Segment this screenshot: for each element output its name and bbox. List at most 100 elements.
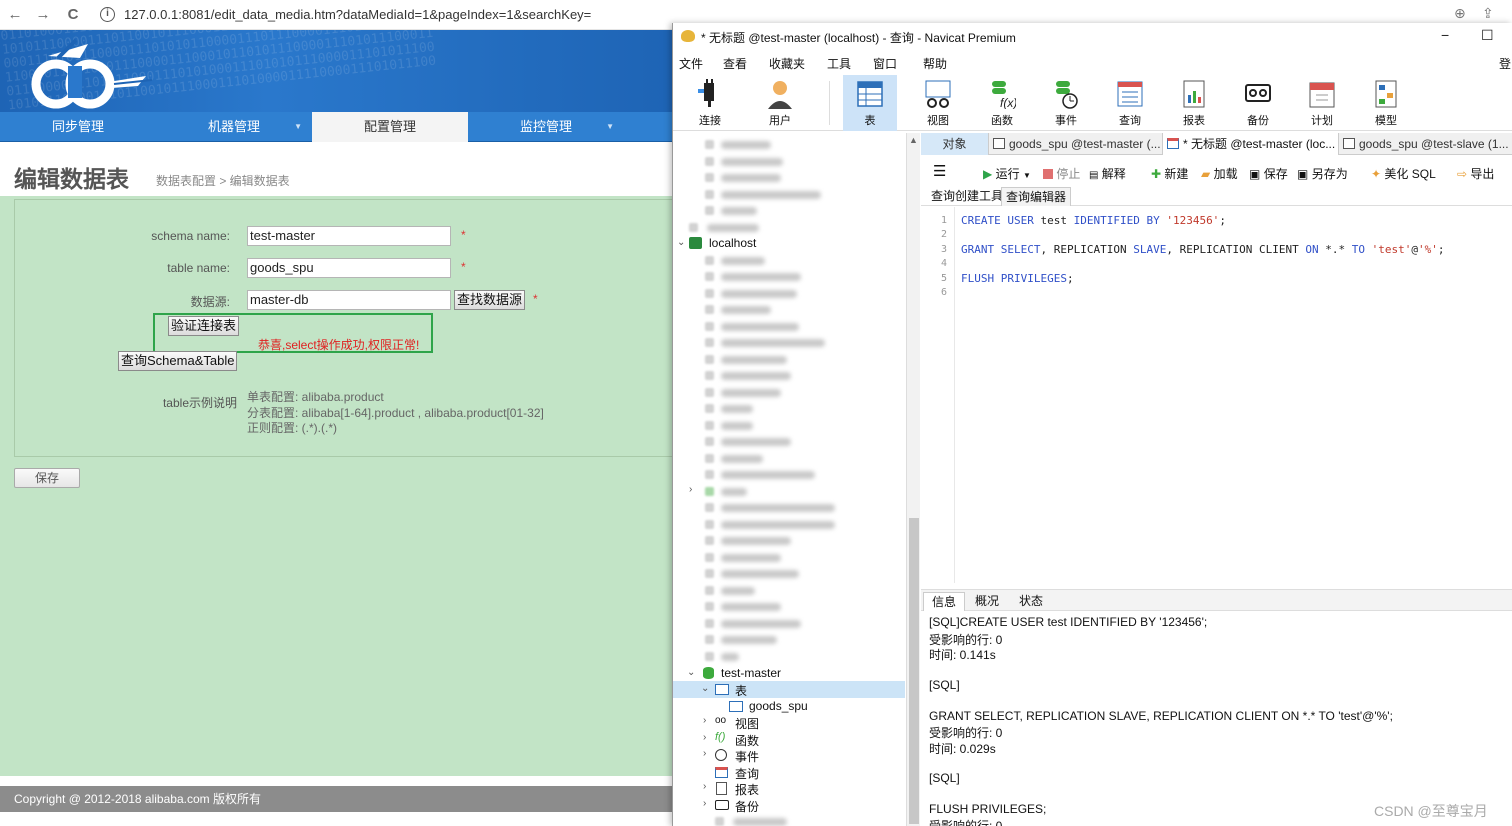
tree-item-blurred[interactable] xyxy=(673,169,905,186)
tree-item-blurred[interactable] xyxy=(673,417,905,434)
tab-query-editor[interactable]: 查询编辑器 xyxy=(1001,187,1072,206)
backup-button[interactable]: 备份 xyxy=(1231,75,1285,131)
back-icon[interactable]: ← xyxy=(4,4,26,26)
tree-group-reports[interactable]: › 报表 xyxy=(673,780,905,797)
tab-query-builder[interactable]: 查询创建工具 xyxy=(927,187,1007,206)
tree-item-blurred[interactable] xyxy=(673,367,905,384)
menu-monitor-manage[interactable]: 监控管理 ▼ xyxy=(468,112,624,142)
load-button[interactable]: ▰ 加载 xyxy=(1201,165,1238,182)
verify-connection-button[interactable]: 验证连接表 xyxy=(168,316,240,336)
tree-item-blurred[interactable] xyxy=(673,499,905,516)
tree-item-blurred[interactable] xyxy=(673,631,905,648)
scrollbar-thumb[interactable] xyxy=(909,518,919,824)
tree-item-blurred[interactable] xyxy=(673,351,905,368)
chevron-right-icon[interactable]: › xyxy=(689,484,692,495)
chevron-down-icon[interactable]: ⌄ xyxy=(687,667,695,678)
new-query-button[interactable]: ✚ 新建 xyxy=(1151,165,1188,182)
model-button[interactable]: 模型 xyxy=(1359,75,1413,131)
sql-editor[interactable]: 1 2 3 4 5 6 CREATE USER test IDENTIFIED … xyxy=(921,207,1512,583)
tree-db-test-master[interactable]: ⌄ test-master xyxy=(673,665,905,682)
login-button[interactable]: 登 xyxy=(1499,55,1511,72)
query-schema-table-button[interactable]: 查询Schema&Table xyxy=(118,351,238,371)
menu-favorites[interactable]: 收藏夹 xyxy=(769,55,805,72)
menu-window[interactable]: 窗口 xyxy=(873,55,897,72)
find-datasource-button[interactable]: 查找数据源 xyxy=(454,290,526,310)
tree-group-views[interactable]: › oo 视图 xyxy=(673,714,905,731)
tree-item-blurred[interactable] xyxy=(673,466,905,483)
schema-name-input[interactable]: test-master xyxy=(247,226,451,246)
tree-item-blurred[interactable] xyxy=(673,301,905,318)
save-query-button[interactable]: ▣ 保存 xyxy=(1249,165,1288,182)
tree-item-blurred[interactable] xyxy=(673,598,905,615)
tree-group-queries[interactable]: 查询 xyxy=(673,764,905,781)
tree-item-blurred[interactable] xyxy=(673,384,905,401)
menu-file[interactable]: 文件 xyxy=(679,55,703,72)
tree-table-goods-spu[interactable]: goods_spu xyxy=(673,698,905,715)
tree-scrollbar[interactable]: ▲ xyxy=(906,133,920,826)
tree-item-blurred[interactable] xyxy=(673,202,905,219)
menu-sync-manage[interactable]: 同步管理 xyxy=(0,112,156,142)
address-bar[interactable]: 127.0.0.1:8081/edit_data_media.htm?dataM… xyxy=(124,7,591,22)
save-as-button[interactable]: ▣ 另存为 xyxy=(1297,165,1348,182)
chevron-right-icon[interactable]: › xyxy=(703,781,706,792)
menu-tools[interactable]: 工具 xyxy=(827,55,851,72)
tree-item-blurred[interactable] xyxy=(673,318,905,335)
tree-item-blurred[interactable] xyxy=(673,450,905,467)
tree-item-blurred[interactable] xyxy=(673,153,905,170)
query-button[interactable]: 查询 xyxy=(1103,75,1157,131)
tree-item-blurred[interactable] xyxy=(673,433,905,450)
connect-button[interactable]: 连接 xyxy=(683,75,737,131)
chevron-down-icon[interactable]: ⌄ xyxy=(701,683,709,694)
datasource-input[interactable]: master-db xyxy=(247,290,451,310)
chevron-right-icon[interactable]: › xyxy=(703,748,706,759)
tree-item-blurred[interactable] xyxy=(673,252,905,269)
site-info-icon[interactable]: i xyxy=(100,7,115,22)
forward-icon[interactable]: → xyxy=(32,4,54,26)
run-button[interactable]: ▶ 运行 ▼ xyxy=(983,165,1031,182)
menu-help[interactable]: 帮助 xyxy=(923,55,947,72)
tree-group-events[interactable]: › 事件 xyxy=(673,747,905,764)
tab-profile[interactable]: 概况 xyxy=(967,592,1007,611)
event-button[interactable]: 事件 xyxy=(1039,75,1093,131)
tree-item-blurred[interactable] xyxy=(673,648,905,665)
tree-item-blurred[interactable] xyxy=(673,532,905,549)
tree-connection-localhost[interactable]: ⌄ localhost xyxy=(673,235,905,252)
view-button[interactable]: 视图 xyxy=(911,75,965,131)
tab-untitled-query[interactable]: * 无标题 @test-master (loc... xyxy=(1163,133,1339,155)
maximize-icon[interactable]: ☐ xyxy=(1481,27,1494,44)
tree-group-functions[interactable]: › f() 函数 xyxy=(673,731,905,748)
user-button[interactable]: 用户 xyxy=(753,75,807,131)
tree-item-blurred[interactable] xyxy=(673,400,905,417)
export-button[interactable]: ⇨ 导出 xyxy=(1457,165,1494,182)
function-button[interactable]: f(x) 函数 xyxy=(975,75,1029,131)
chevron-right-icon[interactable]: › xyxy=(703,798,706,809)
tab-goods-spu-master[interactable]: goods_spu @test-master (... xyxy=(989,133,1163,155)
hamburger-menu-icon[interactable]: ☰ xyxy=(933,162,946,180)
tree-item-blurred[interactable] xyxy=(673,334,905,351)
save-button[interactable]: 保存 xyxy=(14,468,80,488)
tree-item-blurred[interactable] xyxy=(673,565,905,582)
tree-item-blurred[interactable] xyxy=(673,813,905,826)
menu-machine-manage[interactable]: 机器管理 ▼ xyxy=(156,112,312,142)
tab-goods-spu-slave[interactable]: goods_spu @test-slave (1... xyxy=(1339,133,1512,155)
table-button[interactable]: 表 xyxy=(843,75,897,131)
menu-config-manage[interactable]: 配置管理 xyxy=(312,112,468,142)
tree-item-blurred[interactable] xyxy=(673,186,905,203)
stop-button[interactable]: 停止 xyxy=(1043,165,1080,182)
tree-item-blurred[interactable] xyxy=(673,268,905,285)
tree-group-backups[interactable]: › 备份 xyxy=(673,797,905,814)
tab-info[interactable]: 信息 xyxy=(923,592,966,611)
tree-item-blurred[interactable] xyxy=(673,219,905,236)
minimize-icon[interactable]: − xyxy=(1441,27,1449,43)
tree-group-tables[interactable]: ⌄ 表 xyxy=(673,681,905,698)
tree-item-blurred[interactable] xyxy=(673,615,905,632)
tree-item-blurred[interactable] xyxy=(673,285,905,302)
menu-view[interactable]: 查看 xyxy=(723,55,747,72)
tree-item-blurred[interactable] xyxy=(673,549,905,566)
tab-objects[interactable]: 对象 xyxy=(921,133,989,155)
tree-item-blurred[interactable]: › xyxy=(673,483,905,500)
schedule-button[interactable]: 计划 xyxy=(1295,75,1349,131)
scroll-up-icon[interactable]: ▲ xyxy=(909,135,918,145)
reload-icon[interactable]: C xyxy=(62,4,84,26)
beautify-sql-button[interactable]: ✦ 美化 SQL xyxy=(1371,165,1436,182)
